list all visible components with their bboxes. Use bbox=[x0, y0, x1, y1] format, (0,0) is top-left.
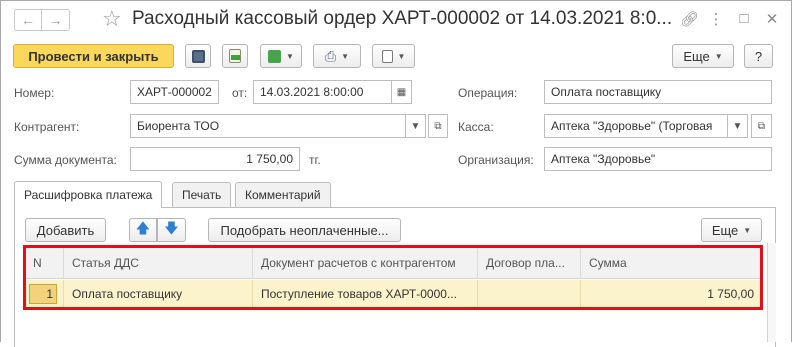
restore-window-icon[interactable]: □ bbox=[736, 10, 752, 28]
chevron-down-icon: ▼ bbox=[286, 51, 294, 61]
arrow-left-icon: ← bbox=[21, 12, 35, 28]
close-icon[interactable]: ✕ bbox=[764, 10, 780, 28]
help-button[interactable]: ? bbox=[744, 44, 773, 68]
table-header: N Статья ДДС Документ расчетов с контраг… bbox=[25, 247, 760, 279]
open-form-icon: ⧉ bbox=[757, 120, 766, 132]
operation-label: Операция: bbox=[458, 86, 518, 100]
reports-button[interactable]: ▼ bbox=[372, 44, 415, 68]
more-button-label: Еще bbox=[683, 48, 710, 64]
open-form-icon: ⧉ bbox=[434, 120, 442, 132]
tab-print[interactable]: Печать bbox=[172, 182, 232, 207]
arrow-up-icon: 🡅 bbox=[135, 220, 151, 236]
print-button[interactable]: ⎙ ▼ bbox=[313, 44, 361, 68]
chevron-down-icon: ▼ bbox=[410, 120, 421, 132]
chevron-down-icon: ▼ bbox=[732, 120, 743, 132]
arrow-down-icon: 🡇 bbox=[164, 220, 179, 236]
table-more-label: Еще bbox=[711, 222, 739, 238]
date-field[interactable]: 14.03.2021 8:00:00 bbox=[253, 80, 392, 104]
cell-amount[interactable]: 1 750,00 bbox=[581, 280, 762, 307]
chevron-down-icon: ▼ bbox=[397, 51, 406, 61]
title-bar: ← → ☆ Расходный кассовый ордер ХАРТ-0000… bbox=[0, 0, 792, 38]
window-title: Расходный кассовый ордер ХАРТ-000002 от … bbox=[132, 8, 673, 29]
post-and-close-button[interactable]: Провести и закрыть bbox=[13, 44, 174, 68]
printer-icon: ⎙ bbox=[324, 47, 337, 64]
tab-payment-details[interactable]: Расшифровка платежа bbox=[14, 181, 163, 208]
report-icon bbox=[381, 49, 393, 63]
currency-label: тг. bbox=[309, 153, 321, 167]
window-controls: 🔗︎ ⋮ □ ✕ bbox=[680, 10, 780, 28]
column-header-cash-flow-item[interactable]: Статья ДДС bbox=[64, 247, 253, 279]
tab-comment[interactable]: Комментарий bbox=[235, 182, 331, 207]
counterparty-label: Контрагент: bbox=[14, 120, 80, 134]
counterparty-open-button[interactable]: ⧉ bbox=[428, 114, 448, 138]
cell-n[interactable]: 1 bbox=[25, 280, 64, 307]
calendar-icon: ▦ bbox=[396, 86, 407, 98]
organization-field[interactable]: Аптека "Здоровье" bbox=[544, 147, 772, 171]
table-more-button[interactable]: Еще ▼ bbox=[701, 218, 762, 242]
pick-unpaid-button[interactable]: Подобрать неоплаченные... bbox=[208, 218, 401, 242]
number-label: Номер: bbox=[14, 86, 55, 100]
payment-details-table: N Статья ДДС Документ расчетов с контраг… bbox=[24, 246, 761, 308]
cashbox-label: Касса: bbox=[458, 120, 494, 134]
column-header-amount[interactable]: Сумма bbox=[581, 247, 762, 279]
forward-button[interactable]: → bbox=[42, 9, 70, 31]
column-header-settlement-document[interactable]: Документ расчетов с контрагентом bbox=[253, 247, 478, 279]
cashbox-dropdown-button[interactable]: ▼ bbox=[728, 114, 748, 138]
chevron-down-icon: ▼ bbox=[714, 51, 723, 61]
cashbox-field[interactable]: Аптека "Здоровье" (Торговая bbox=[544, 114, 728, 138]
amount-field[interactable]: 1 750,00 bbox=[130, 147, 300, 171]
more-button[interactable]: Еще ▼ bbox=[672, 44, 734, 68]
move-up-button[interactable]: 🡅 bbox=[129, 218, 157, 242]
cell-settlement-document[interactable]: Поступление товаров ХАРТ-0000... bbox=[253, 280, 478, 307]
more-vertical-icon[interactable]: ⋮ bbox=[708, 10, 724, 28]
arrow-right-icon: → bbox=[48, 12, 63, 28]
favorite-star-icon[interactable]: ☆ bbox=[102, 6, 122, 32]
create-based-on-icon bbox=[268, 49, 282, 63]
operation-field[interactable]: Оплата поставщику bbox=[544, 80, 772, 104]
link-icon[interactable]: 🔗︎ bbox=[680, 10, 699, 28]
counterparty-field[interactable]: Биорента ТОО bbox=[130, 114, 406, 138]
post-button[interactable] bbox=[222, 44, 248, 68]
organization-label: Организация: bbox=[458, 153, 534, 167]
table-row[interactable]: 1 Оплата поставщику Поступление товаров … bbox=[25, 280, 760, 307]
column-header-n[interactable]: N bbox=[25, 247, 64, 279]
save-icon bbox=[191, 49, 205, 63]
create-based-on-button[interactable]: ▼ bbox=[260, 44, 302, 68]
cell-contract[interactable] bbox=[478, 280, 581, 307]
amount-label: Сумма документа: bbox=[14, 153, 117, 167]
post-document-icon bbox=[229, 49, 241, 63]
move-down-button[interactable]: 🡇 bbox=[157, 218, 186, 242]
cell-cash-flow-item[interactable]: Оплата поставщику bbox=[64, 280, 253, 307]
number-field[interactable]: ХАРТ-000002 bbox=[130, 80, 219, 104]
back-button[interactable]: ← bbox=[14, 9, 42, 31]
date-label: от: bbox=[232, 86, 248, 100]
chevron-down-icon: ▼ bbox=[743, 225, 752, 235]
save-button[interactable] bbox=[185, 44, 211, 68]
add-row-button[interactable]: Добавить bbox=[25, 218, 106, 242]
counterparty-dropdown-button[interactable]: ▼ bbox=[406, 114, 426, 138]
chevron-down-icon: ▼ bbox=[341, 51, 350, 61]
calendar-button[interactable]: ▦ bbox=[392, 80, 412, 104]
cashbox-open-button[interactable]: ⧉ bbox=[751, 114, 772, 138]
column-header-contract[interactable]: Договор пла... bbox=[478, 247, 581, 279]
table-scrollbar[interactable] bbox=[767, 243, 776, 342]
cell-n-value: 1 bbox=[29, 283, 57, 304]
